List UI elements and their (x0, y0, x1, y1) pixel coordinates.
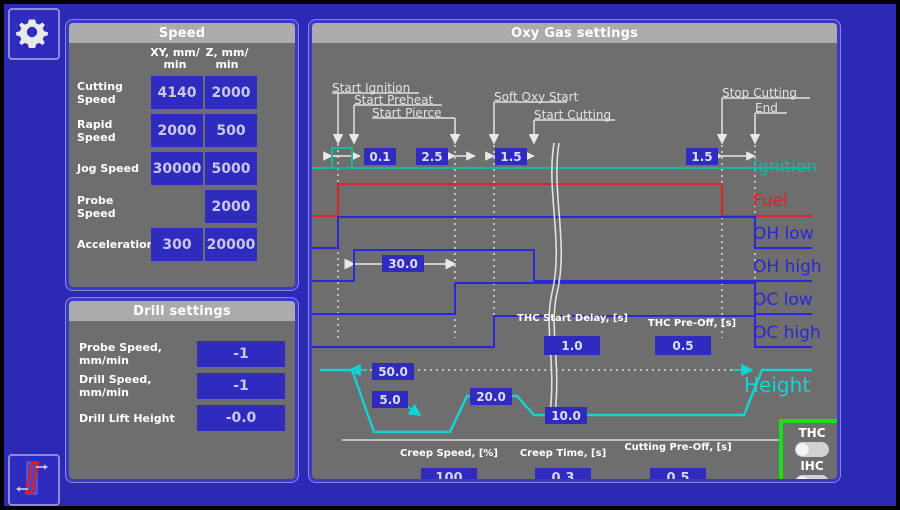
ihc-toggle-knob[interactable] (796, 476, 809, 479)
timing-field-ignition-to-preheat[interactable]: 0.1 (364, 148, 396, 165)
app-window: Speed XY, mm/min Z, mm/min Cutting Speed… (4, 4, 896, 506)
thc-pre-off-label: THC Pre-Off, [s] (647, 318, 737, 329)
ihc-toggle[interactable]: IHC (783, 459, 837, 479)
creep-time-field[interactable]: 0.3 (535, 468, 591, 479)
rapid-speed-xy-field[interactable]: 2000 (151, 114, 203, 147)
table-row: Acceleration 300 20000 (77, 228, 287, 261)
event-label-start-preheat: Start Preheat (354, 93, 434, 107)
drill-lift-height-label: Drill Lift Height (79, 411, 175, 425)
timing-field-stopcutting-to-end[interactable]: 1.5 (686, 148, 718, 165)
oxy-panel-title: Oxy Gas settings (312, 23, 837, 43)
speed-col-z: Z, mm/min (205, 46, 249, 71)
cutting-speed-xy-field[interactable]: 4140 (151, 76, 203, 109)
event-label-end: End (755, 101, 778, 115)
row-label: Probe Speed (77, 193, 116, 220)
table-row: Rapid Speed 2000 500 (77, 114, 287, 147)
signal-label-ignition: Ignition (753, 157, 817, 177)
cutting-pre-off-label: Cutting Pre-Off, [s] (624, 442, 732, 453)
thc-toggle-label: THC (798, 426, 826, 440)
speed-panel: Speed XY, mm/min Z, mm/min Cutting Speed… (66, 20, 298, 290)
thc-toggle-knob[interactable] (796, 443, 809, 456)
signal-label-fuel: Fuel (753, 191, 788, 211)
event-label-stop-cutting: Stop Cutting (722, 86, 798, 100)
signal-label-oc-low: OC low (753, 290, 813, 310)
event-label-start-cutting: Start Cutting (534, 108, 612, 122)
jog-speed-z-field[interactable]: 5000 (205, 152, 257, 185)
acceleration-z-field[interactable]: 20000 (205, 228, 257, 261)
signal-label-height: Height (744, 373, 811, 397)
row-label: Acceleration (77, 238, 155, 251)
thc-start-delay-field[interactable]: 1.0 (544, 336, 600, 355)
ihc-toggle-label: IHC (800, 459, 824, 473)
signal-label-oc-high: OC high (753, 323, 821, 343)
creep-time-label: Creep Time, [s] (519, 448, 607, 459)
signal-label-oh-high: OH high (753, 257, 822, 277)
probe-speed-label: Probe Speed, mm/min (79, 341, 162, 367)
table-row: Probe Speed 2000 (77, 190, 287, 223)
list-item: Drill Lift Height -0.0 (79, 405, 285, 431)
rapid-speed-z-field[interactable]: 500 (205, 114, 257, 147)
oxy-gas-settings-panel: Oxy Gas settings Start Ignition Start Pr… (309, 20, 840, 482)
safe-height-field[interactable]: 50.0 (372, 363, 414, 380)
row-label: Cutting Speed (77, 79, 123, 106)
cut-height-high-field[interactable]: 20.0 (470, 388, 512, 405)
row-label: Rapid Speed (77, 117, 116, 144)
shear-icon[interactable] (8, 454, 60, 506)
thc-start-delay-label: THC Start Delay, [s] (517, 313, 629, 324)
speed-panel-title: Speed (69, 23, 295, 43)
cut-height-field[interactable]: 10.0 (545, 407, 587, 424)
drill-speed-field[interactable]: -1 (197, 373, 285, 399)
signal-label-oh-low: OH low (753, 224, 814, 244)
event-label-soft-oxy-start: Soft Oxy Start (494, 90, 579, 104)
thc-pre-off-field[interactable]: 0.5 (655, 336, 711, 355)
thc-toggle-track[interactable] (795, 442, 829, 457)
event-label-start-pierce: Start Pierce (372, 106, 442, 120)
list-item: Drill Speed, mm/min -1 (79, 373, 285, 399)
cutting-speed-z-field[interactable]: 2000 (205, 76, 257, 109)
speed-table-header: XY, mm/min Z, mm/min (77, 47, 287, 71)
pierce-height-field[interactable]: 5.0 (372, 391, 408, 408)
drill-settings-panel: Drill settings Probe Speed, mm/min -1 Dr… (66, 298, 298, 482)
thc-ihc-toggle-group: THC IHC (779, 419, 837, 479)
gear-icon[interactable] (8, 8, 60, 60)
timing-field-softoxy-to-cutting[interactable]: 1.5 (495, 148, 527, 165)
drill-speed-label: Drill Speed, mm/min (79, 373, 152, 399)
drill-panel-title: Drill settings (69, 301, 295, 321)
table-row: Jog Speed 30000 5000 (77, 152, 287, 185)
probe-speed-xy-empty (151, 190, 203, 223)
speed-table: XY, mm/min Z, mm/min Cutting Speed 4140 … (77, 47, 287, 261)
speed-col-xy: XY, mm/min (150, 46, 200, 71)
thc-toggle[interactable]: THC (783, 426, 837, 457)
drill-lift-height-field[interactable]: -0.0 (197, 405, 285, 431)
probe-speed-z-field[interactable]: 2000 (205, 190, 257, 223)
creep-speed-label: Creep Speed, [%] (400, 448, 498, 459)
row-label: Jog Speed (77, 162, 139, 175)
table-row: Cutting Speed 4140 2000 (77, 76, 287, 109)
creep-speed-field[interactable]: 100 (421, 468, 477, 479)
timing-field-pierce-to-softoxy[interactable]: 2.5 (416, 148, 448, 165)
jog-speed-xy-field[interactable]: 30000 (151, 152, 203, 185)
acceleration-xy-field[interactable]: 300 (151, 228, 203, 261)
list-item: Probe Speed, mm/min -1 (79, 341, 285, 367)
cutting-pre-off-field[interactable]: 0.5 (650, 468, 706, 479)
timing-field-preheat-duration[interactable]: 30.0 (382, 255, 424, 272)
ihc-toggle-track[interactable] (795, 475, 829, 479)
drill-probe-speed-field[interactable]: -1 (197, 341, 285, 367)
